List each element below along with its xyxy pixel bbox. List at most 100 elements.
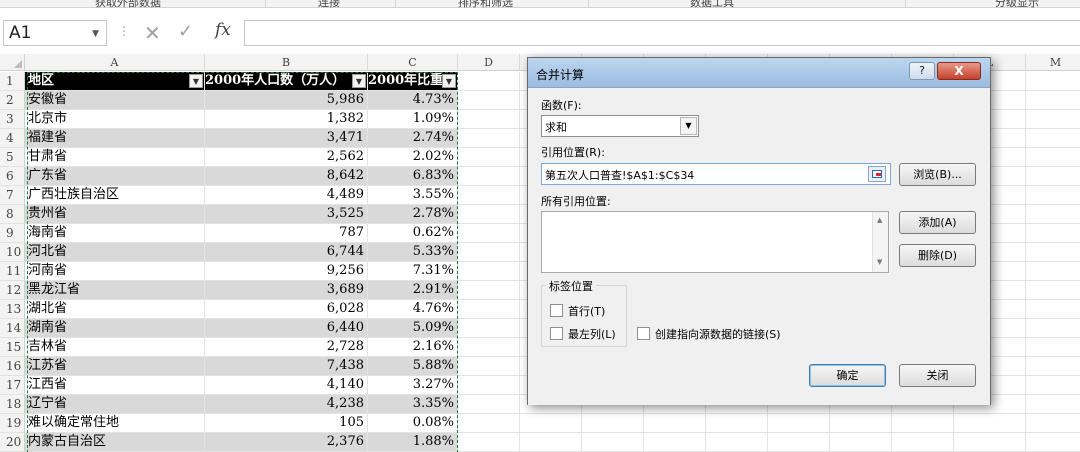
table-cell[interactable]: 江苏省 bbox=[25, 357, 205, 376]
empty-cell[interactable] bbox=[1026, 300, 1080, 319]
add-button[interactable]: 添加(A) bbox=[899, 211, 976, 234]
empty-cell[interactable] bbox=[458, 186, 520, 205]
row-header[interactable]: 15 bbox=[0, 338, 25, 357]
empty-cell[interactable] bbox=[1026, 224, 1080, 243]
row-header[interactable]: 19 bbox=[0, 414, 25, 433]
table-cell[interactable]: 2.91% bbox=[368, 281, 458, 300]
column-header-d[interactable]: D bbox=[458, 54, 520, 71]
empty-cell[interactable] bbox=[458, 338, 520, 357]
filter-dropdown-icon[interactable]: ▼ bbox=[442, 74, 456, 88]
table-cell[interactable]: 湖北省 bbox=[25, 300, 205, 319]
table-cell[interactable]: 贵州省 bbox=[25, 205, 205, 224]
top-row-checkbox[interactable] bbox=[550, 304, 563, 317]
scroll-up-icon[interactable]: ▲ bbox=[877, 216, 882, 224]
chevron-down-icon[interactable]: ▼ bbox=[92, 29, 99, 39]
filter-dropdown-icon[interactable]: ▼ bbox=[189, 74, 203, 88]
delete-button[interactable]: 删除(D) bbox=[899, 244, 976, 267]
empty-cell[interactable] bbox=[1026, 110, 1080, 129]
row-header[interactable]: 8 bbox=[0, 205, 25, 224]
table-cell[interactable]: 难以确定常住地 bbox=[25, 414, 205, 433]
empty-cell[interactable] bbox=[1026, 319, 1080, 338]
row-header[interactable]: 20 bbox=[0, 433, 25, 452]
empty-cell[interactable] bbox=[830, 414, 892, 433]
empty-cell[interactable] bbox=[520, 414, 582, 433]
row-header[interactable]: 14 bbox=[0, 319, 25, 338]
row-header[interactable]: 13 bbox=[0, 300, 25, 319]
empty-cell[interactable] bbox=[458, 262, 520, 281]
empty-cell[interactable] bbox=[1026, 395, 1080, 414]
table-cell[interactable]: 河南省 bbox=[25, 262, 205, 281]
empty-cell[interactable] bbox=[458, 395, 520, 414]
empty-cell[interactable] bbox=[458, 110, 520, 129]
table-cell[interactable]: 1.88% bbox=[368, 433, 458, 452]
table-cell[interactable]: 广东省 bbox=[25, 167, 205, 186]
table-cell[interactable]: 4,238 bbox=[205, 395, 368, 414]
empty-cell[interactable] bbox=[1026, 338, 1080, 357]
empty-cell[interactable] bbox=[1026, 205, 1080, 224]
table-cell[interactable]: 6.83% bbox=[368, 167, 458, 186]
empty-cell[interactable] bbox=[1026, 281, 1080, 300]
table-cell[interactable]: 河北省 bbox=[25, 243, 205, 262]
table-cell[interactable]: 3.35% bbox=[368, 395, 458, 414]
empty-cell[interactable] bbox=[954, 433, 1026, 452]
scroll-down-icon[interactable]: ▼ bbox=[877, 258, 882, 266]
insert-function-icon[interactable]: fx bbox=[215, 20, 231, 40]
table-cell[interactable]: 福建省 bbox=[25, 129, 205, 148]
function-select[interactable]: 求和 ▼ bbox=[541, 115, 699, 137]
empty-cell[interactable] bbox=[644, 433, 706, 452]
table-cell[interactable]: 6,028 bbox=[205, 300, 368, 319]
table-cell[interactable]: 3,471 bbox=[205, 129, 368, 148]
table-cell[interactable]: 海南省 bbox=[25, 224, 205, 243]
table-cell[interactable]: 7.31% bbox=[368, 262, 458, 281]
table-cell[interactable]: 2.74% bbox=[368, 129, 458, 148]
table-cell[interactable]: 2.78% bbox=[368, 205, 458, 224]
empty-cell[interactable] bbox=[768, 414, 830, 433]
empty-cell[interactable] bbox=[458, 433, 520, 452]
empty-cell[interactable] bbox=[458, 319, 520, 338]
table-cell[interactable]: 8,642 bbox=[205, 167, 368, 186]
empty-cell[interactable] bbox=[1026, 243, 1080, 262]
row-header[interactable]: 1 bbox=[0, 72, 25, 91]
column-header-m[interactable]: M bbox=[1026, 54, 1080, 71]
table-cell[interactable]: 9,256 bbox=[205, 262, 368, 281]
table-cell[interactable]: 3,689 bbox=[205, 281, 368, 300]
table-cell[interactable]: 辽宁省 bbox=[25, 395, 205, 414]
row-header[interactable]: 17 bbox=[0, 376, 25, 395]
empty-cell[interactable] bbox=[1026, 72, 1080, 91]
empty-cell[interactable] bbox=[1026, 262, 1080, 281]
table-cell[interactable]: 787 bbox=[205, 224, 368, 243]
row-header[interactable]: 10 bbox=[0, 243, 25, 262]
empty-cell[interactable] bbox=[458, 281, 520, 300]
table-cell[interactable]: 6,440 bbox=[205, 319, 368, 338]
empty-cell[interactable] bbox=[706, 414, 768, 433]
column-header-a[interactable]: A bbox=[25, 54, 205, 71]
column-header-c[interactable]: C bbox=[368, 54, 458, 71]
table-cell[interactable]: 黑龙江省 bbox=[25, 281, 205, 300]
empty-cell[interactable] bbox=[892, 414, 954, 433]
list-scrollbar[interactable]: ▲ ▼ bbox=[872, 212, 888, 272]
empty-cell[interactable] bbox=[1026, 129, 1080, 148]
table-header-cell[interactable]: 地区 ▼ bbox=[25, 72, 205, 91]
table-cell[interactable]: 7,438 bbox=[205, 357, 368, 376]
empty-cell[interactable] bbox=[1026, 433, 1080, 452]
confirm-edit-icon[interactable]: ✓ bbox=[178, 21, 193, 42]
table-header-cell[interactable]: 2000年比重 ▼ bbox=[368, 72, 458, 91]
table-cell[interactable]: 4.73% bbox=[368, 91, 458, 110]
empty-cell[interactable] bbox=[1026, 414, 1080, 433]
name-box[interactable]: A1 ▼ bbox=[3, 20, 107, 46]
formula-input[interactable] bbox=[244, 20, 1080, 46]
empty-cell[interactable] bbox=[768, 433, 830, 452]
create-links-checkbox[interactable] bbox=[637, 327, 650, 340]
empty-cell[interactable] bbox=[458, 167, 520, 186]
empty-cell[interactable] bbox=[458, 72, 520, 91]
empty-cell[interactable] bbox=[458, 205, 520, 224]
table-cell[interactable]: 1,382 bbox=[205, 110, 368, 129]
empty-cell[interactable] bbox=[706, 433, 768, 452]
row-header[interactable]: 2 bbox=[0, 91, 25, 110]
table-cell[interactable]: 5,986 bbox=[205, 91, 368, 110]
table-cell[interactable]: 2,562 bbox=[205, 148, 368, 167]
table-cell[interactable]: 3.27% bbox=[368, 376, 458, 395]
table-cell[interactable]: 吉林省 bbox=[25, 338, 205, 357]
table-cell[interactable]: 4,140 bbox=[205, 376, 368, 395]
table-cell[interactable]: 6,744 bbox=[205, 243, 368, 262]
